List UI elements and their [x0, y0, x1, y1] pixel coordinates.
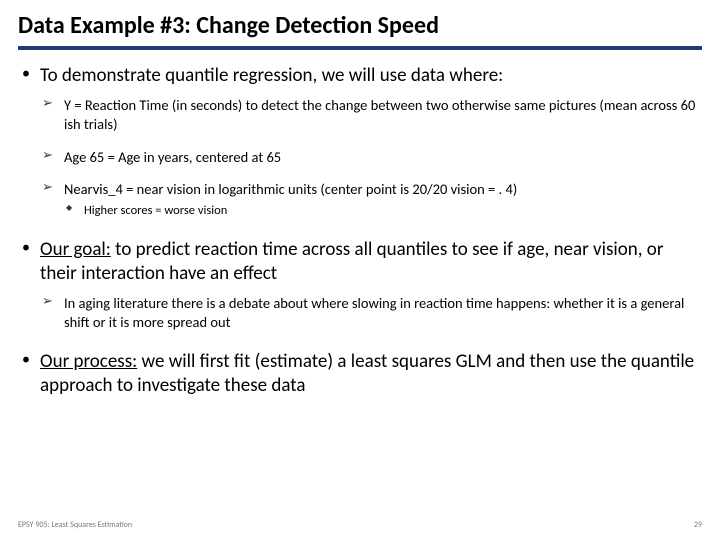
bullet-3-lead: Our process: [40, 350, 137, 373]
bullet-1-sub-3-subs: Higher scores = worse vision [64, 203, 702, 219]
footer: EPSY 905: Least Squares Estimation 29 [18, 520, 702, 530]
bullet-list: To demonstrate quantile regression, we w… [18, 64, 702, 399]
title-rule [18, 46, 702, 50]
bullet-2-subs: In aging literature there is a debate ab… [40, 294, 702, 332]
bullet-1-sub-3a: Higher scores = worse vision [64, 203, 702, 219]
bullet-1-subs: Y = Reaction Time (in seconds) to detect… [40, 96, 702, 220]
slide-title: Data Example #3: Change Detection Speed [18, 12, 702, 40]
bullet-2: Our goal: to predict reaction time acros… [18, 238, 702, 332]
bullet-2-rest: to predict reaction time across all quan… [40, 238, 663, 285]
bullet-1-sub-1: Y = Reaction Time (in seconds) to detect… [40, 96, 702, 134]
bullet-1-sub-3: Nearvis_4 = near vision in logarithmic u… [40, 180, 702, 219]
bullet-1-sub-3-text: Nearvis_4 = near vision in logarithmic u… [64, 180, 517, 198]
footer-page: 29 [694, 520, 702, 530]
slide: Data Example #3: Change Detection Speed … [0, 0, 720, 540]
bullet-2-lead: Our goal: [40, 238, 111, 261]
bullet-1: To demonstrate quantile regression, we w… [18, 64, 702, 220]
bullet-1-text: To demonstrate quantile regression, we w… [40, 64, 503, 87]
bullet-1-sub-2: Age 65 = Age in years, centered at 65 [40, 148, 702, 167]
footer-left: EPSY 905: Least Squares Estimation [18, 520, 132, 530]
bullet-2-sub-1: In aging literature there is a debate ab… [40, 294, 702, 332]
bullet-3-rest: we will first fit (estimate) a least squ… [40, 350, 694, 397]
bullet-3: Our process: we will first fit (estimate… [18, 350, 702, 399]
